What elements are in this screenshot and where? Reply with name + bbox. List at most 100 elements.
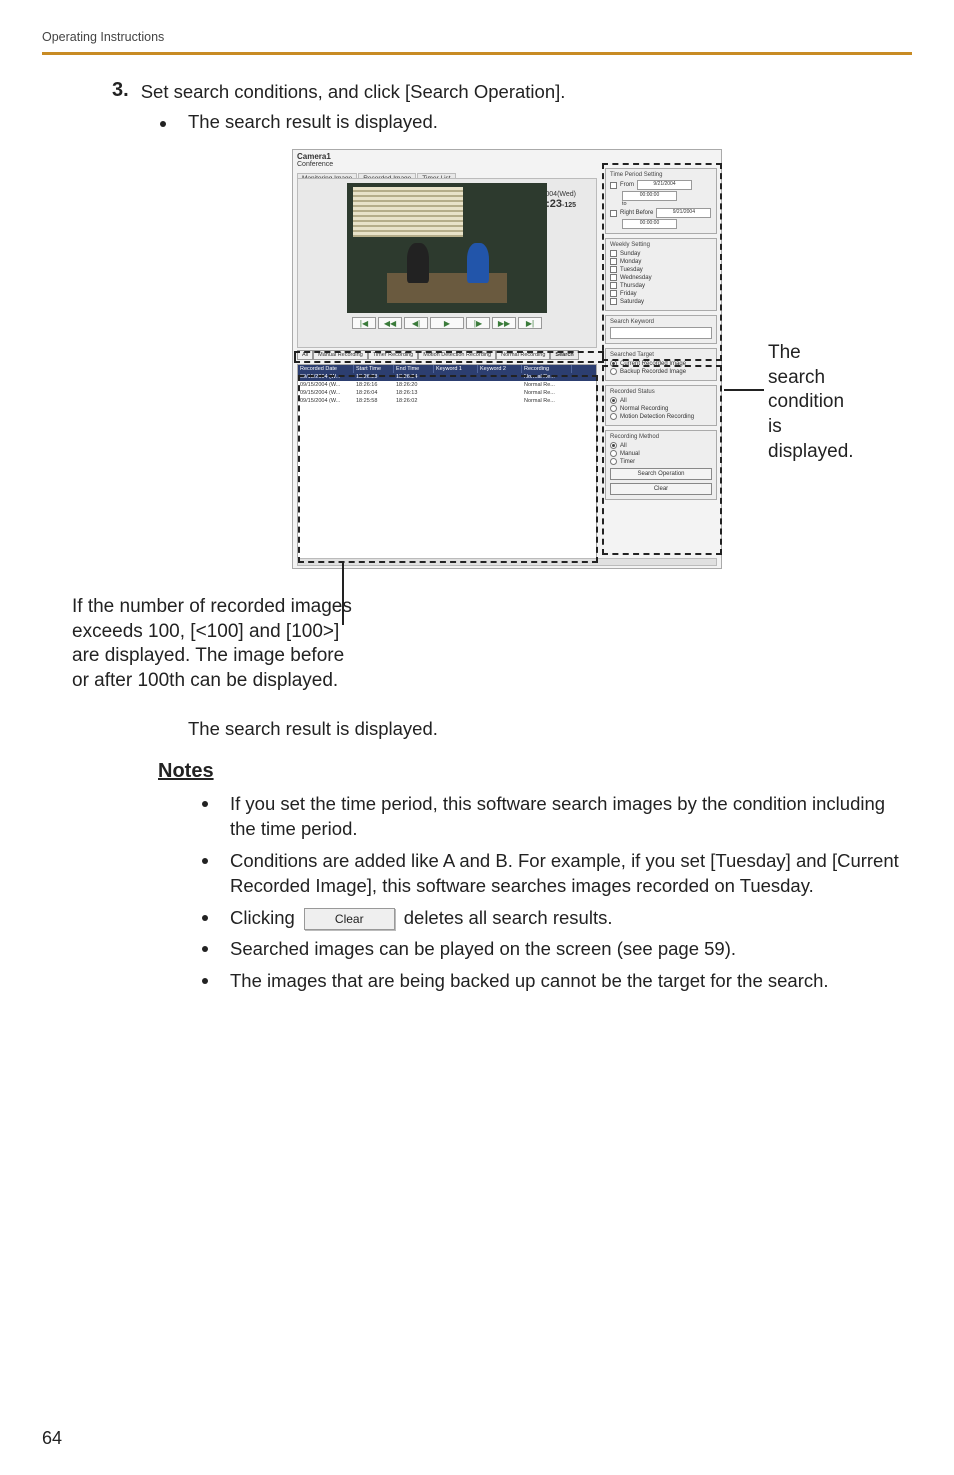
horizontal-scrollbar[interactable] — [297, 558, 717, 566]
doc-title: Operating Instructions — [42, 30, 912, 44]
radio-icon[interactable] — [610, 360, 617, 367]
step-back-button[interactable]: ◀| — [404, 317, 428, 329]
callout-line: condition is — [768, 390, 854, 439]
result-list: Recorded Date Start Time End Time Keywor… — [297, 364, 597, 562]
list-row[interactable]: 09/15/2004 (W...18:26:2318:26:24Normal R… — [298, 373, 596, 381]
prev-clip-button[interactable]: |◀ — [352, 317, 376, 329]
day-label: Sunday — [620, 251, 640, 257]
step-sub-bullet: The search result is displayed. — [160, 111, 912, 133]
bullet-dot-icon — [202, 978, 208, 984]
list-row[interactable]: 09/15/2004 (W...18:25:5818:26:02Normal R… — [298, 397, 596, 405]
bullet-dot-icon — [160, 121, 166, 127]
group-status: Recorded Status All Normal Recording Mot… — [605, 385, 717, 426]
to-label: to — [622, 201, 712, 207]
group-weekly: Weekly Setting Sunday Monday Tuesday Wed… — [605, 238, 717, 311]
radio-icon[interactable] — [610, 458, 617, 465]
radio-icon[interactable] — [610, 405, 617, 412]
col-kw1[interactable]: Keyword 1 — [434, 365, 478, 373]
callout-search-condition: The search condition is displayed. — [768, 341, 854, 464]
keyword-input[interactable] — [610, 327, 712, 339]
group-title: Searched Target — [610, 352, 712, 358]
status-all: All — [620, 398, 627, 404]
radio-icon[interactable] — [610, 442, 617, 449]
step-text: Set search conditions, and click [Search… — [141, 81, 566, 103]
timestamp-ms: -125 — [562, 202, 576, 209]
group-title: Time Period Setting — [610, 172, 712, 178]
leader-line — [724, 389, 764, 391]
radio-icon[interactable] — [610, 413, 617, 420]
from-date-input[interactable]: 9/21/2004 — [637, 180, 692, 190]
list-row[interactable]: 09/15/2004 (W...18:26:0418:26:13Normal R… — [298, 389, 596, 397]
next-clip-button[interactable]: ▶| — [518, 317, 542, 329]
leader-line — [342, 563, 344, 625]
right-before-label: Right Before — [620, 210, 653, 216]
step-fwd-button[interactable]: |▶ — [466, 317, 490, 329]
group-title: Recording Method — [610, 434, 712, 440]
video-preview — [347, 183, 547, 313]
col-date[interactable]: Recorded Date — [298, 365, 354, 373]
target-backup: Backup Recorded Image — [620, 369, 686, 375]
col-start[interactable]: Start Time — [354, 365, 394, 373]
tab-timer-rec[interactable]: Timer Recording — [368, 350, 418, 360]
callout-line: displayed. — [768, 440, 854, 465]
col-end[interactable]: End Time — [394, 365, 434, 373]
step-row: 3. Set search conditions, and click [Sea… — [112, 79, 912, 103]
tab-manual-rec[interactable]: Manual Recording — [313, 350, 368, 360]
col-kw2[interactable]: Keyword 2 — [478, 365, 522, 373]
method-all: All — [620, 443, 627, 449]
app-window: Camera1 Conference Monitoring Image Reco… — [292, 149, 722, 569]
checkbox-icon[interactable] — [610, 274, 617, 281]
radio-icon[interactable] — [610, 450, 617, 457]
checkbox-icon[interactable] — [610, 258, 617, 265]
day-label: Saturday — [620, 299, 644, 305]
checkbox-icon[interactable] — [610, 282, 617, 289]
target-current: Current Recorded Image — [620, 361, 686, 367]
from-label: From — [620, 182, 634, 188]
notes-list: If you set the time period, this softwar… — [202, 791, 912, 994]
play-button[interactable]: ▶ — [430, 317, 464, 329]
checkbox-icon[interactable] — [610, 210, 617, 217]
radio-icon[interactable] — [610, 368, 617, 375]
from-time-input[interactable]: 00:00:00 — [622, 191, 677, 201]
rewind-button[interactable]: ◀◀ — [378, 317, 402, 329]
bullet-dot-icon — [202, 801, 208, 807]
list-header: Recorded Date Start Time End Time Keywor… — [298, 365, 596, 373]
clear-inline-button[interactable]: Clear — [304, 908, 395, 931]
list-body: 09/15/2004 (W...18:26:2318:26:24Normal R… — [298, 373, 596, 405]
group-title: Recorded Status — [610, 389, 712, 395]
callout-line: The search — [768, 341, 854, 390]
group-keyword: Search Keyword — [605, 315, 717, 344]
note-text: Conditions are added like A and B. For e… — [230, 848, 912, 899]
bullet-dot-icon — [202, 858, 208, 864]
checkbox-icon[interactable] — [610, 298, 617, 305]
tab-normal-rec[interactable]: Normal Recording — [496, 350, 550, 360]
rb-time-input[interactable]: 00:00:00 — [622, 219, 677, 229]
note-text: Searched images can be played on the scr… — [230, 936, 912, 962]
group-target: Searched Target Current Recorded Image B… — [605, 348, 717, 381]
rb-date-input[interactable]: 9/21/2004 — [656, 208, 711, 218]
result-caption: The search result is displayed. — [188, 718, 912, 740]
note-text: Clicking Clear deletes all search result… — [230, 905, 912, 931]
day-label: Wednesday — [620, 275, 652, 281]
bullet-dot-icon — [202, 915, 208, 921]
search-operation-button[interactable]: Search Operation — [610, 468, 712, 480]
ffwd-button[interactable]: ▶▶ — [492, 317, 516, 329]
checkbox-icon[interactable] — [610, 250, 617, 257]
col-rec[interactable]: Recording — [522, 365, 572, 373]
group-title: Weekly Setting — [610, 242, 712, 248]
tab-all[interactable]: All — [297, 350, 313, 360]
search-conditions: Time Period Setting From9/21/2004 00:00:… — [605, 168, 717, 556]
checkbox-icon[interactable] — [610, 290, 617, 297]
clear-button[interactable]: Clear — [610, 483, 712, 495]
method-manual: Manual — [620, 451, 640, 457]
checkbox-icon[interactable] — [610, 182, 617, 189]
tab-motion-rec[interactable]: Motion Detection Recording — [418, 350, 496, 360]
step-sub-text: The search result is displayed. — [188, 111, 438, 133]
tab-search[interactable]: Search — [550, 350, 578, 360]
list-row[interactable]: 09/15/2004 (W...18:26:1618:26:20Normal R… — [298, 381, 596, 389]
camera-title: Camera1 — [293, 150, 721, 161]
radio-icon[interactable] — [610, 397, 617, 404]
status-normal: Normal Recording — [620, 406, 668, 412]
checkbox-icon[interactable] — [610, 266, 617, 273]
lower-tabs: All Manual Recording Timer Recording Mot… — [297, 350, 597, 360]
